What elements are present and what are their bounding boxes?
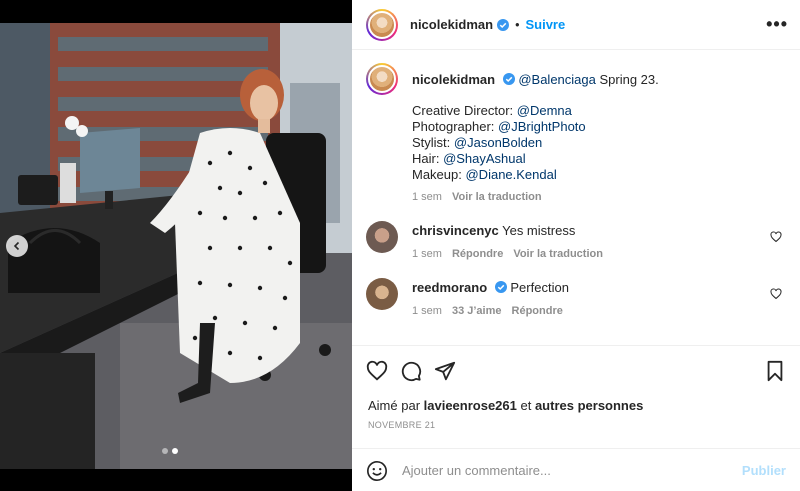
comment-text: Yes mistress [502,223,576,238]
comments-list[interactable]: nicolekidman @Balenciaga Spring 23. Crea… [352,51,800,345]
credit-line: Creative Director: @Demna [412,103,572,118]
caption-username[interactable]: nicolekidman [412,72,495,87]
liked-by: Aimé par lavieenrose261 et autres person… [368,398,644,413]
publish-button[interactable]: Publier [742,463,786,478]
liked-by-others[interactable]: autres personnes [535,398,643,413]
chevron-left-icon [13,241,20,251]
share-icon[interactable] [434,360,456,382]
credit-line: Makeup: @Diane.Kendal [412,167,557,182]
emoji-icon[interactable] [366,460,388,482]
comment-composer: Publier [352,448,800,491]
credit-line: Stylist: @JasonBolden [412,135,543,150]
comment-input[interactable] [402,463,742,478]
caption-meta: 1 sem Voir la traduction [412,191,786,203]
mention-link[interactable]: @ShayAshual [443,151,526,166]
more-icon[interactable]: ••• [766,14,788,35]
photo-pane [0,0,352,491]
follow-button[interactable]: Suivre [525,17,565,32]
mention-link[interactable]: @Diane.Kendal [465,167,556,182]
credit-line: Photographer: @JBrightPhoto [412,119,586,134]
heart-icon[interactable] [366,360,388,382]
caption-credits: Creative Director: @Demna Photographer: … [412,103,786,183]
post-photo[interactable] [0,23,352,469]
mention-link[interactable]: @JBrightPhoto [498,119,586,134]
mention-link[interactable]: @Demna [517,103,572,118]
instagram-post-modal: nicolekidman • Suivre ••• nicolekidman @… [0,0,800,491]
comment-username[interactable]: reedmorano [412,280,487,295]
heart-icon[interactable] [770,231,782,243]
carousel-dot [162,448,168,454]
comment-item: chrisvincenyc Yes mistress 1 sem Répondr… [366,221,786,260]
caption-time[interactable]: 1 sem [412,191,442,203]
avatar[interactable] [366,221,398,253]
previous-image-button[interactable] [6,235,28,257]
liked-by-user[interactable]: lavieenrose261 [424,398,517,413]
caption-text: Spring 23. [595,72,659,87]
comment-time[interactable]: 1 sem [412,305,442,317]
separator-dot: • [515,17,520,32]
comment-text: Perfection [510,280,569,295]
mention-link[interactable]: @JasonBolden [454,135,542,150]
comment-icon[interactable] [400,360,422,382]
likes-count[interactable]: 33 J’aime [452,305,502,317]
caption: nicolekidman @Balenciaga Spring 23. Crea… [366,63,786,203]
heart-icon[interactable] [770,288,782,300]
post-date[interactable]: NOVEMBRE 21 [368,420,435,430]
translate-link[interactable]: Voir la traduction [452,191,542,203]
avatar[interactable] [366,63,398,95]
credit-line: Hair: @ShayAshual [412,151,526,166]
comment-item: reedmorano Perfection 1 sem 33 J’aime Ré… [366,278,786,317]
comment-meta: 1 sem 33 J’aime Répondre [412,305,786,317]
comment-time[interactable]: 1 sem [412,248,442,260]
reply-button[interactable]: Répondre [452,248,503,260]
verified-icon [502,73,515,85]
post-actions: Aimé par lavieenrose261 et autres person… [352,345,800,491]
verified-icon [497,18,510,31]
translate-link[interactable]: Voir la traduction [513,248,603,260]
comment-meta: 1 sem Répondre Voir la traduction [412,248,786,260]
carousel-dot-active [172,448,178,454]
mention-link[interactable]: @Balenciaga [518,72,596,87]
avatar[interactable] [366,8,398,41]
bookmark-icon[interactable] [764,360,786,382]
comment-username[interactable]: chrisvincenyc [412,223,499,238]
carousel-dots [162,448,178,454]
header-username[interactable]: nicolekidman [410,17,493,32]
post-side-panel: nicolekidman • Suivre ••• nicolekidman @… [352,0,800,491]
verified-icon [494,281,507,293]
avatar[interactable] [366,278,398,310]
post-header: nicolekidman • Suivre ••• [352,0,800,50]
reply-button[interactable]: Répondre [512,305,563,317]
